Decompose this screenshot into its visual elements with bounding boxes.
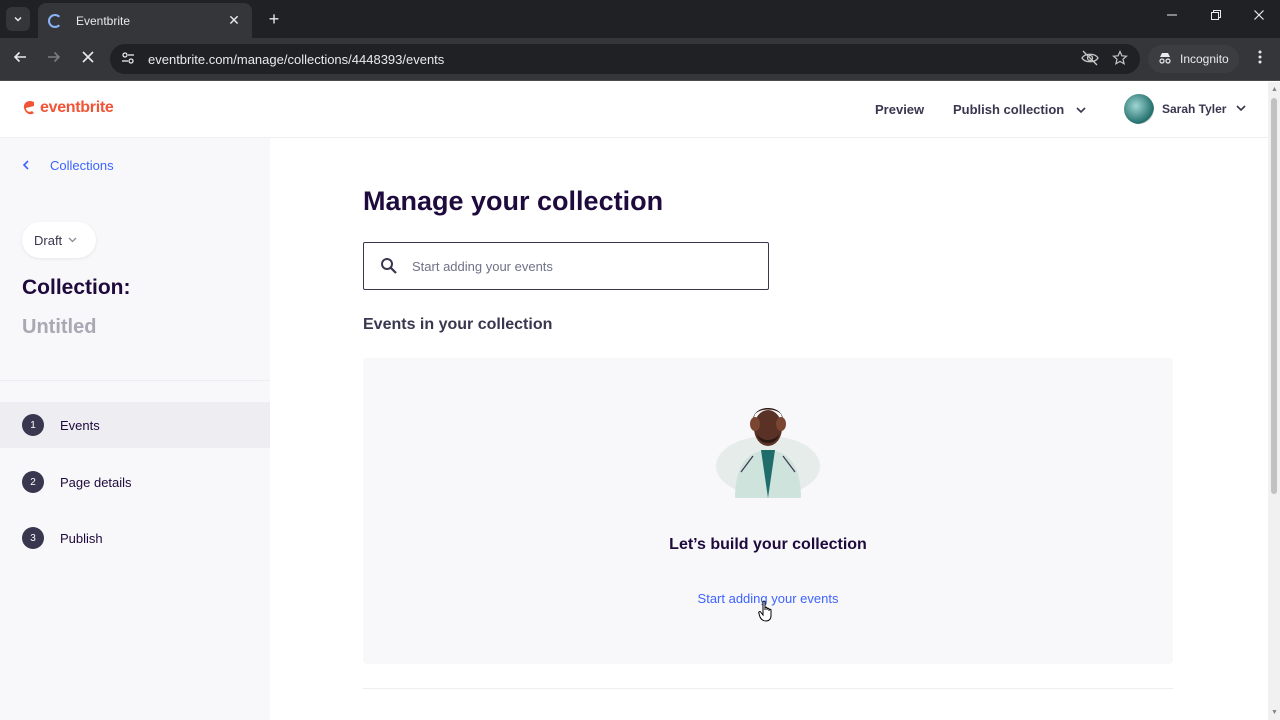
step-number: 3 [22, 527, 44, 549]
user-name: Sarah Tyler [1162, 102, 1227, 116]
eye-off-icon[interactable] [1080, 50, 1100, 69]
browser-tab-bar: Eventbrite ✕ + [0, 0, 1280, 38]
site-info-icon[interactable] [120, 51, 136, 67]
close-tab-icon[interactable]: ✕ [226, 12, 242, 29]
url-text[interactable]: eventbrite.com/manage/collections/444839… [148, 52, 1070, 67]
page-scrollbar[interactable]: ▲ ▼ [1268, 82, 1280, 720]
new-tab-button[interactable]: + [264, 9, 284, 29]
logo-text: eventbrite [40, 99, 114, 116]
chevron-left-icon [22, 159, 30, 173]
back-to-collections-link[interactable]: Collections [22, 158, 114, 173]
tab-search-button[interactable] [6, 7, 30, 31]
eventbrite-logo-icon [23, 100, 34, 115]
scroll-up-icon[interactable]: ▲ [1271, 86, 1278, 93]
address-bar[interactable]: eventbrite.com/manage/collections/444839… [110, 44, 1140, 74]
event-search-box[interactable] [363, 242, 769, 290]
collection-label: Collection: [22, 276, 131, 299]
forward-arrow-icon[interactable] [44, 49, 64, 69]
page-content: eventbrite Preview Publish collection Sa… [0, 82, 1268, 720]
close-window-icon[interactable] [1249, 8, 1269, 24]
sidebar-divider [0, 380, 270, 381]
preview-button[interactable]: Preview [875, 102, 924, 117]
chevron-down-icon [68, 235, 77, 245]
incognito-label: Incognito [1180, 52, 1229, 66]
back-label: Collections [50, 158, 114, 173]
step-events[interactable]: 1 Events [0, 402, 270, 448]
step-label: Events [60, 417, 100, 433]
empty-state-title: Let’s build your collection [669, 536, 867, 553]
star-icon[interactable] [1110, 49, 1130, 69]
step-label: Publish [60, 530, 103, 546]
step-publish[interactable]: 3 Publish [0, 515, 270, 561]
back-arrow-icon[interactable] [10, 49, 30, 69]
scrollbar-thumb[interactable] [1271, 98, 1277, 494]
eventbrite-logo[interactable]: eventbrite [22, 99, 114, 117]
site-header: eventbrite Preview Publish collection Sa… [0, 82, 1268, 138]
loading-spinner-icon [48, 13, 62, 28]
restore-icon[interactable] [1206, 8, 1226, 24]
minimize-icon[interactable] [1162, 8, 1182, 24]
publish-collection-dropdown[interactable]: Publish collection [953, 102, 1086, 117]
status-dropdown[interactable]: Draft [22, 222, 96, 258]
step-number: 2 [22, 471, 44, 493]
sidebar: Collections Draft Collection: Untitled 1… [0, 138, 270, 720]
collection-name: Untitled [22, 316, 97, 338]
page-title: Manage your collection [363, 186, 664, 216]
stop-loading-icon[interactable] [78, 49, 98, 69]
scroll-down-icon[interactable]: ▼ [1271, 709, 1278, 716]
search-icon [381, 258, 397, 274]
step-page-details[interactable]: 2 Page details [0, 459, 270, 505]
avatar [1124, 94, 1154, 124]
status-label: Draft [34, 232, 63, 248]
browser-toolbar: eventbrite.com/manage/collections/444839… [0, 38, 1280, 81]
person-illustration-icon [716, 408, 820, 498]
section-divider [363, 688, 1173, 689]
incognito-badge[interactable]: Incognito [1148, 45, 1239, 73]
section-title: Events in your collection [363, 316, 553, 333]
browser-tab[interactable]: Eventbrite ✕ [38, 3, 252, 38]
publish-collection-label: Publish collection [953, 102, 1065, 117]
chevron-down-icon [1236, 104, 1247, 115]
hand-cursor-icon [758, 600, 772, 622]
step-number: 1 [22, 414, 44, 436]
tab-title: Eventbrite [76, 13, 131, 28]
chevron-down-icon [1076, 106, 1086, 117]
step-label: Page details [60, 474, 132, 490]
menu-dots-icon[interactable] [1250, 49, 1270, 70]
user-menu[interactable]: Sarah Tyler [1124, 94, 1247, 124]
search-input[interactable] [412, 258, 752, 274]
incognito-icon [1158, 52, 1172, 67]
chevron-down-icon [14, 16, 22, 22]
